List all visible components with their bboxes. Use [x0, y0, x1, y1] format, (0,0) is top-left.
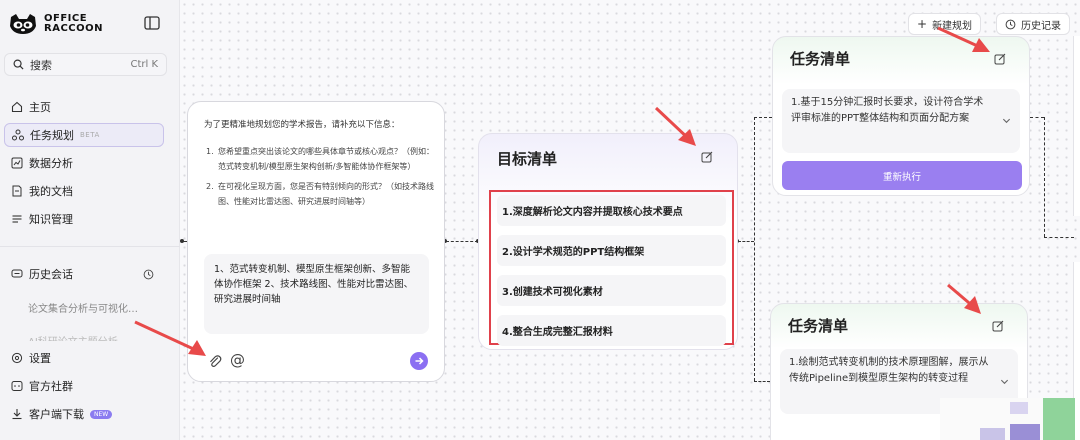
connector-line	[1044, 237, 1074, 238]
task-item-text: 1.基于15分钟汇报时长要求，设计符合学术评审标准的PPT整体结构和页面分配方案	[791, 97, 984, 124]
edit-icon[interactable]	[992, 320, 1004, 332]
nav-item-community[interactable]: 官方社群	[4, 374, 164, 398]
nav-label: 知识管理	[29, 213, 73, 226]
history-header: 历史会话	[4, 262, 164, 286]
nav-label: 数据分析	[29, 157, 73, 170]
history-label: 历史记录	[1021, 20, 1061, 32]
goal-item[interactable]: 4.整合生成完整汇报材料	[497, 315, 726, 346]
nav-item-settings[interactable]: 设置	[4, 346, 164, 370]
brand-name: OFFICE RACCOON	[44, 13, 103, 34]
arrow-right-icon	[415, 357, 424, 365]
floating-widget	[940, 398, 1075, 440]
chat-question: 1. 您希望重点突出该论文的哪些具体章节或核心观点？（例如：范式转变机制/模型原…	[206, 147, 434, 171]
answer-input[interactable]: 1、范式转变机制、模型原生框架创新、多智能体协作框架 2、技术路线图、性能对比雷…	[204, 254, 429, 334]
chat-intro: 为了更精准地规划您的学术报告，请补充以下信息：	[204, 120, 400, 130]
history-item[interactable]: AI科研论文主题分析	[28, 333, 118, 341]
task-item[interactable]: 1.基于15分钟汇报时长要求，设计符合学术评审标准的PPT整体结构和页面分配方案	[782, 89, 1020, 153]
history-title: 历史会话	[29, 268, 73, 281]
sidebar: OFFICE RACCOON 搜索 Ctrl K 主页 任务规划 BETA 数据…	[0, 0, 180, 440]
nav-item-download[interactable]: 客户端下载 NEW	[4, 402, 164, 426]
chevron-down-icon	[1000, 379, 1009, 384]
connector-line	[1030, 117, 1044, 118]
new-badge: NEW	[90, 409, 113, 419]
home-icon	[11, 101, 23, 113]
connector-line	[738, 241, 754, 242]
chat-question-list: 1. 您希望重点突出该论文的哪些具体章节或核心观点？（例如：范式转变机制/模型原…	[206, 144, 434, 214]
nav-label: 任务规划	[30, 129, 74, 142]
new-plan-label: 新建规划	[932, 20, 973, 32]
search-button[interactable]: 搜索 Ctrl K	[4, 53, 167, 76]
task-item-text: 1.绘制范式转变机制的技术原理图解，展示从传统Pipeline到模型原生架构的转…	[789, 357, 989, 384]
divider	[0, 246, 180, 247]
rerun-button[interactable]: 重新执行	[782, 161, 1022, 190]
gear-icon	[11, 352, 23, 364]
nav-item-data-analysis[interactable]: 数据分析	[4, 151, 164, 175]
clock-icon	[1005, 19, 1016, 29]
beta-badge: BETA	[80, 131, 100, 139]
connector-line	[446, 241, 478, 242]
search-icon	[13, 59, 24, 70]
search-label: 搜索	[30, 58, 52, 72]
task-title: 任务清单	[788, 317, 849, 335]
nav-label: 官方社群	[29, 380, 73, 393]
clock-icon[interactable]	[143, 269, 154, 280]
goal-item[interactable]: 3.创建技术可视化素材	[497, 275, 726, 306]
search-shortcut: Ctrl K	[130, 59, 158, 70]
chart-icon	[11, 157, 23, 169]
task-planning-icon	[12, 129, 24, 141]
nav-label: 设置	[29, 352, 51, 365]
chat-question: 2. 在可视化呈现方面，您是否有特别倾向的形式？（如技术路线图、性能对比雷达图、…	[206, 182, 434, 206]
nav-item-task-planning[interactable]: 任务规划 BETA	[4, 123, 164, 147]
sidebar-toggle-icon[interactable]	[144, 16, 160, 30]
nav-label: 客户端下载	[29, 408, 84, 421]
task-title: 任务清单	[790, 50, 851, 68]
history-item[interactable]: 论文集合分析与可视化…	[28, 300, 138, 315]
mention-icon[interactable]: @	[230, 351, 245, 369]
new-plan-button[interactable]: + 新建规划	[908, 13, 982, 35]
knowledge-icon	[12, 215, 22, 223]
task-card: 任务清单 1.基于15分钟汇报时长要求，设计符合学术评审标准的PPT整体结构和页…	[772, 36, 1030, 196]
goal-item[interactable]: 1.深度解析论文内容并提取核心技术要点	[497, 195, 726, 226]
goal-item[interactable]: 2.设计学术规范的PPT结构框架	[497, 235, 726, 266]
document-icon	[12, 185, 22, 197]
chat-history-icon	[11, 269, 23, 278]
nav-label: 主页	[29, 101, 51, 114]
plus-icon: +	[917, 16, 928, 31]
edit-icon[interactable]	[701, 151, 713, 163]
nav-item-my-docs[interactable]: 我的文档	[4, 179, 164, 203]
offscreen-card	[1073, 36, 1080, 216]
brand-logo[interactable]: OFFICE RACCOON	[8, 13, 103, 35]
raccoon-logo-icon	[10, 14, 36, 34]
nav-item-home[interactable]: 主页	[4, 95, 164, 119]
connector-line	[754, 117, 772, 118]
attachment-icon[interactable]	[208, 354, 222, 368]
connector-line	[754, 117, 755, 381]
nav-label: 我的文档	[29, 185, 73, 198]
community-icon	[11, 381, 23, 391]
connector-line	[754, 381, 770, 382]
send-button[interactable]	[410, 352, 428, 370]
goal-title: 目标清单	[497, 150, 558, 168]
goal-card: 目标清单 1.深度解析论文内容并提取核心技术要点 2.设计学术规范的PPT结构框…	[478, 133, 738, 350]
goal-list: 1.深度解析论文内容并提取核心技术要点 2.设计学术规范的PPT结构框架 3.创…	[489, 190, 734, 346]
chevron-down-icon	[1002, 118, 1011, 124]
chat-card: 为了更精准地规划您的学术报告，请补充以下信息： 1. 您希望重点突出该论文的哪些…	[187, 101, 445, 382]
nav-item-knowledge[interactable]: 知识管理	[4, 207, 164, 231]
edit-icon[interactable]	[994, 53, 1006, 65]
download-icon	[12, 409, 22, 420]
history-button[interactable]: 历史记录	[996, 13, 1070, 35]
connector-line	[1044, 117, 1045, 237]
